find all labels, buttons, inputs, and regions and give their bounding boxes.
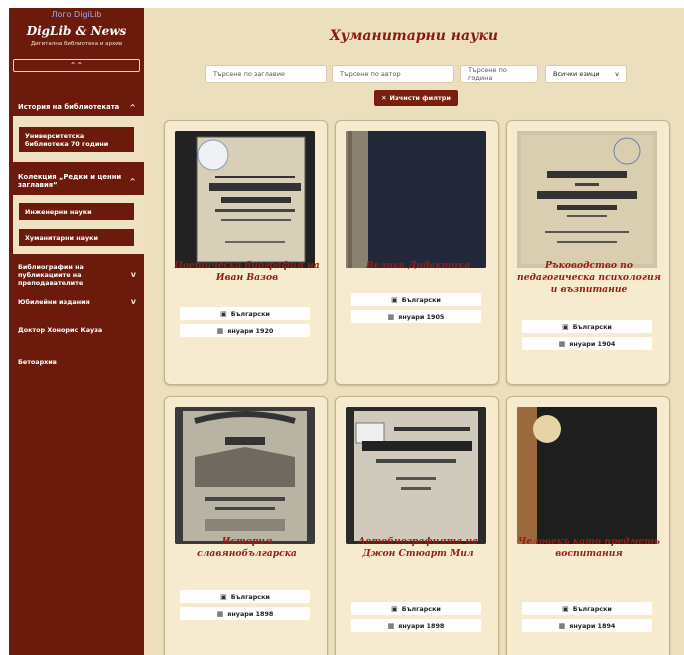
- sidebar-item-bibliographies[interactable]: Библиографии на публикациите на преподав…: [9, 260, 144, 290]
- section-panel: Университетска библиотека 70 години: [13, 116, 144, 162]
- book-card[interactable]: Поетическа биография на Иван Вазов ▣ Бъл…: [164, 120, 328, 385]
- calendar-icon: ▦: [387, 621, 395, 630]
- chevron-down-icon: v: [615, 70, 619, 78]
- calendar-icon: ▦: [216, 609, 224, 618]
- language-icon: ▣: [391, 604, 398, 613]
- date-value: януари 1905: [398, 312, 445, 321]
- main-content: Хуманитарни науки Търсене по заглавие Тъ…: [144, 8, 684, 655]
- section-library-history[interactable]: История на библиотеката ^: [9, 98, 144, 116]
- language-select-value: Всички езици: [553, 70, 600, 78]
- language-icon: ▣: [562, 604, 569, 613]
- book-card[interactable]: Велика Дидактика ▣ Български ▦ януари 19…: [335, 120, 499, 385]
- chevron-up-icon: ^: [129, 176, 136, 186]
- sidebar-item-label: Университетска библиотека 70 години: [25, 131, 109, 148]
- book-title-link[interactable]: Автобиографията на Джон Стюарт Мил: [342, 536, 494, 560]
- book-cover-image[interactable]: [517, 131, 657, 268]
- logo-image[interactable]: Лого DigiLib: [41, 10, 113, 22]
- double-chevron-up-icon: ⌃⌃: [69, 61, 84, 70]
- language-value: Български: [401, 604, 441, 613]
- search-title-input[interactable]: Търсене по заглавие: [205, 65, 327, 83]
- book-title-link[interactable]: Человекъ като предметь воспитания: [513, 536, 665, 560]
- language-icon: ▣: [220, 309, 227, 318]
- sidebar: Лого DigiLib DigLib & News Дигитална биб…: [9, 8, 144, 655]
- book-card[interactable]: Автобиографията на Джон Стюарт Мил ▣ Бъл…: [335, 396, 499, 655]
- book-title-link[interactable]: История славянобългарска: [171, 536, 323, 560]
- language-value: Български: [401, 295, 441, 304]
- search-year-input[interactable]: Търсене по година: [460, 65, 538, 83]
- sidebar-item-honoris-causa[interactable]: Доктор Хонорис Кауза: [9, 324, 144, 336]
- language-badge: ▣ Български: [522, 320, 652, 333]
- date-badge: ▦ януари 1904: [522, 337, 652, 350]
- date-value: януари 1904: [569, 339, 616, 348]
- language-badge: ▣ Български: [522, 602, 652, 615]
- sidebar-item-jubilee[interactable]: Юбилейни издания v: [9, 296, 144, 308]
- language-icon: ▣: [562, 322, 569, 331]
- section-label: История на библиотеката: [18, 103, 120, 111]
- language-icon: ▣: [220, 592, 227, 601]
- date-value: януари 1920: [227, 326, 274, 335]
- collapse-sidebar-button[interactable]: ⌃⌃: [13, 59, 140, 72]
- sidebar-item-humanities[interactable]: Хуманитарни науки: [19, 229, 134, 246]
- sidebar-item-label: Инженерни науки: [25, 207, 92, 216]
- book-card[interactable]: История славянобългарска ▣ Български ▦ я…: [164, 396, 328, 655]
- sidebar-item-label: Хуманитарни науки: [25, 233, 98, 242]
- date-badge: ▦ януари 1898: [180, 607, 310, 620]
- language-value: Български: [230, 592, 270, 601]
- language-value: Български: [572, 322, 612, 331]
- book-card[interactable]: Человекъ като предметь воспитания ▣ Бълг…: [506, 396, 670, 655]
- chevron-up-icon: ^: [129, 102, 136, 112]
- section-rare-collection[interactable]: Колекция „Редки и ценни заглавия“ ^: [9, 167, 144, 195]
- language-value: Български: [230, 309, 270, 318]
- book-cover-image[interactable]: [175, 407, 315, 544]
- language-icon: ▣: [391, 295, 398, 304]
- search-author-input[interactable]: Търсене по автор: [332, 65, 454, 83]
- date-badge: ▦ януари 1894: [522, 619, 652, 632]
- chevron-down-icon: v: [130, 270, 136, 279]
- sidebar-item-label: Библиографии на публикациите на преподав…: [18, 263, 84, 287]
- clear-filters-button[interactable]: ✕ Изчисти филтри: [374, 90, 458, 106]
- language-select[interactable]: Всички езици v: [545, 65, 627, 83]
- date-badge: ▦ януари 1905: [351, 310, 481, 323]
- language-badge: ▣ Български: [180, 307, 310, 320]
- book-title-link[interactable]: Поетическа биография на Иван Вазов: [171, 260, 323, 284]
- language-badge: ▣ Български: [180, 590, 310, 603]
- book-cover-image[interactable]: [175, 131, 315, 268]
- sidebar-item-engineering[interactable]: Инженерни науки: [19, 203, 134, 220]
- brand-name[interactable]: DigLib & News: [9, 24, 144, 38]
- calendar-icon: ▦: [216, 326, 224, 335]
- date-value: януари 1894: [569, 621, 616, 630]
- page-title: Хуманитарни науки: [329, 28, 499, 44]
- sidebar-item-label: Бетоархив: [18, 358, 57, 366]
- chevron-down-icon: v: [130, 297, 136, 306]
- brand-tagline: Дигитална библиотека и архив: [30, 41, 123, 47]
- language-badge: ▣ Български: [351, 602, 481, 615]
- book-cover-image[interactable]: [346, 407, 486, 544]
- date-value: януари 1898: [398, 621, 445, 630]
- language-value: Български: [572, 604, 612, 613]
- language-badge: ▣ Български: [351, 293, 481, 306]
- section-label: Колекция „Редки и ценни заглавия“: [18, 172, 122, 189]
- calendar-icon: ▦: [558, 621, 566, 630]
- date-badge: ▦ януари 1898: [351, 619, 481, 632]
- book-cover-image[interactable]: [346, 131, 486, 268]
- book-card[interactable]: Ръководство по педагогическа психология …: [506, 120, 670, 385]
- book-title-link[interactable]: Ръководство по педагогическа психология …: [513, 260, 665, 296]
- calendar-icon: ▦: [558, 339, 566, 348]
- sidebar-item-label: Юбилейни издания: [18, 298, 90, 306]
- section-panel: Инженерни науки Хуманитарни науки: [13, 195, 144, 254]
- sidebar-item-library-70-years[interactable]: Университетска библиотека 70 години: [19, 127, 134, 152]
- calendar-icon: ▦: [387, 312, 395, 321]
- date-badge: ▦ януари 1920: [180, 324, 310, 337]
- sidebar-item-label: Доктор Хонорис Кауза: [18, 326, 103, 334]
- clear-filters-label: Изчисти филтри: [389, 94, 451, 102]
- close-icon: ✕: [381, 94, 387, 102]
- sidebar-item-photo-archive[interactable]: Бетоархив: [9, 356, 144, 368]
- book-title-link[interactable]: Велика Дидактика: [342, 260, 494, 272]
- book-cover-image[interactable]: [517, 407, 657, 544]
- date-value: януари 1898: [227, 609, 274, 618]
